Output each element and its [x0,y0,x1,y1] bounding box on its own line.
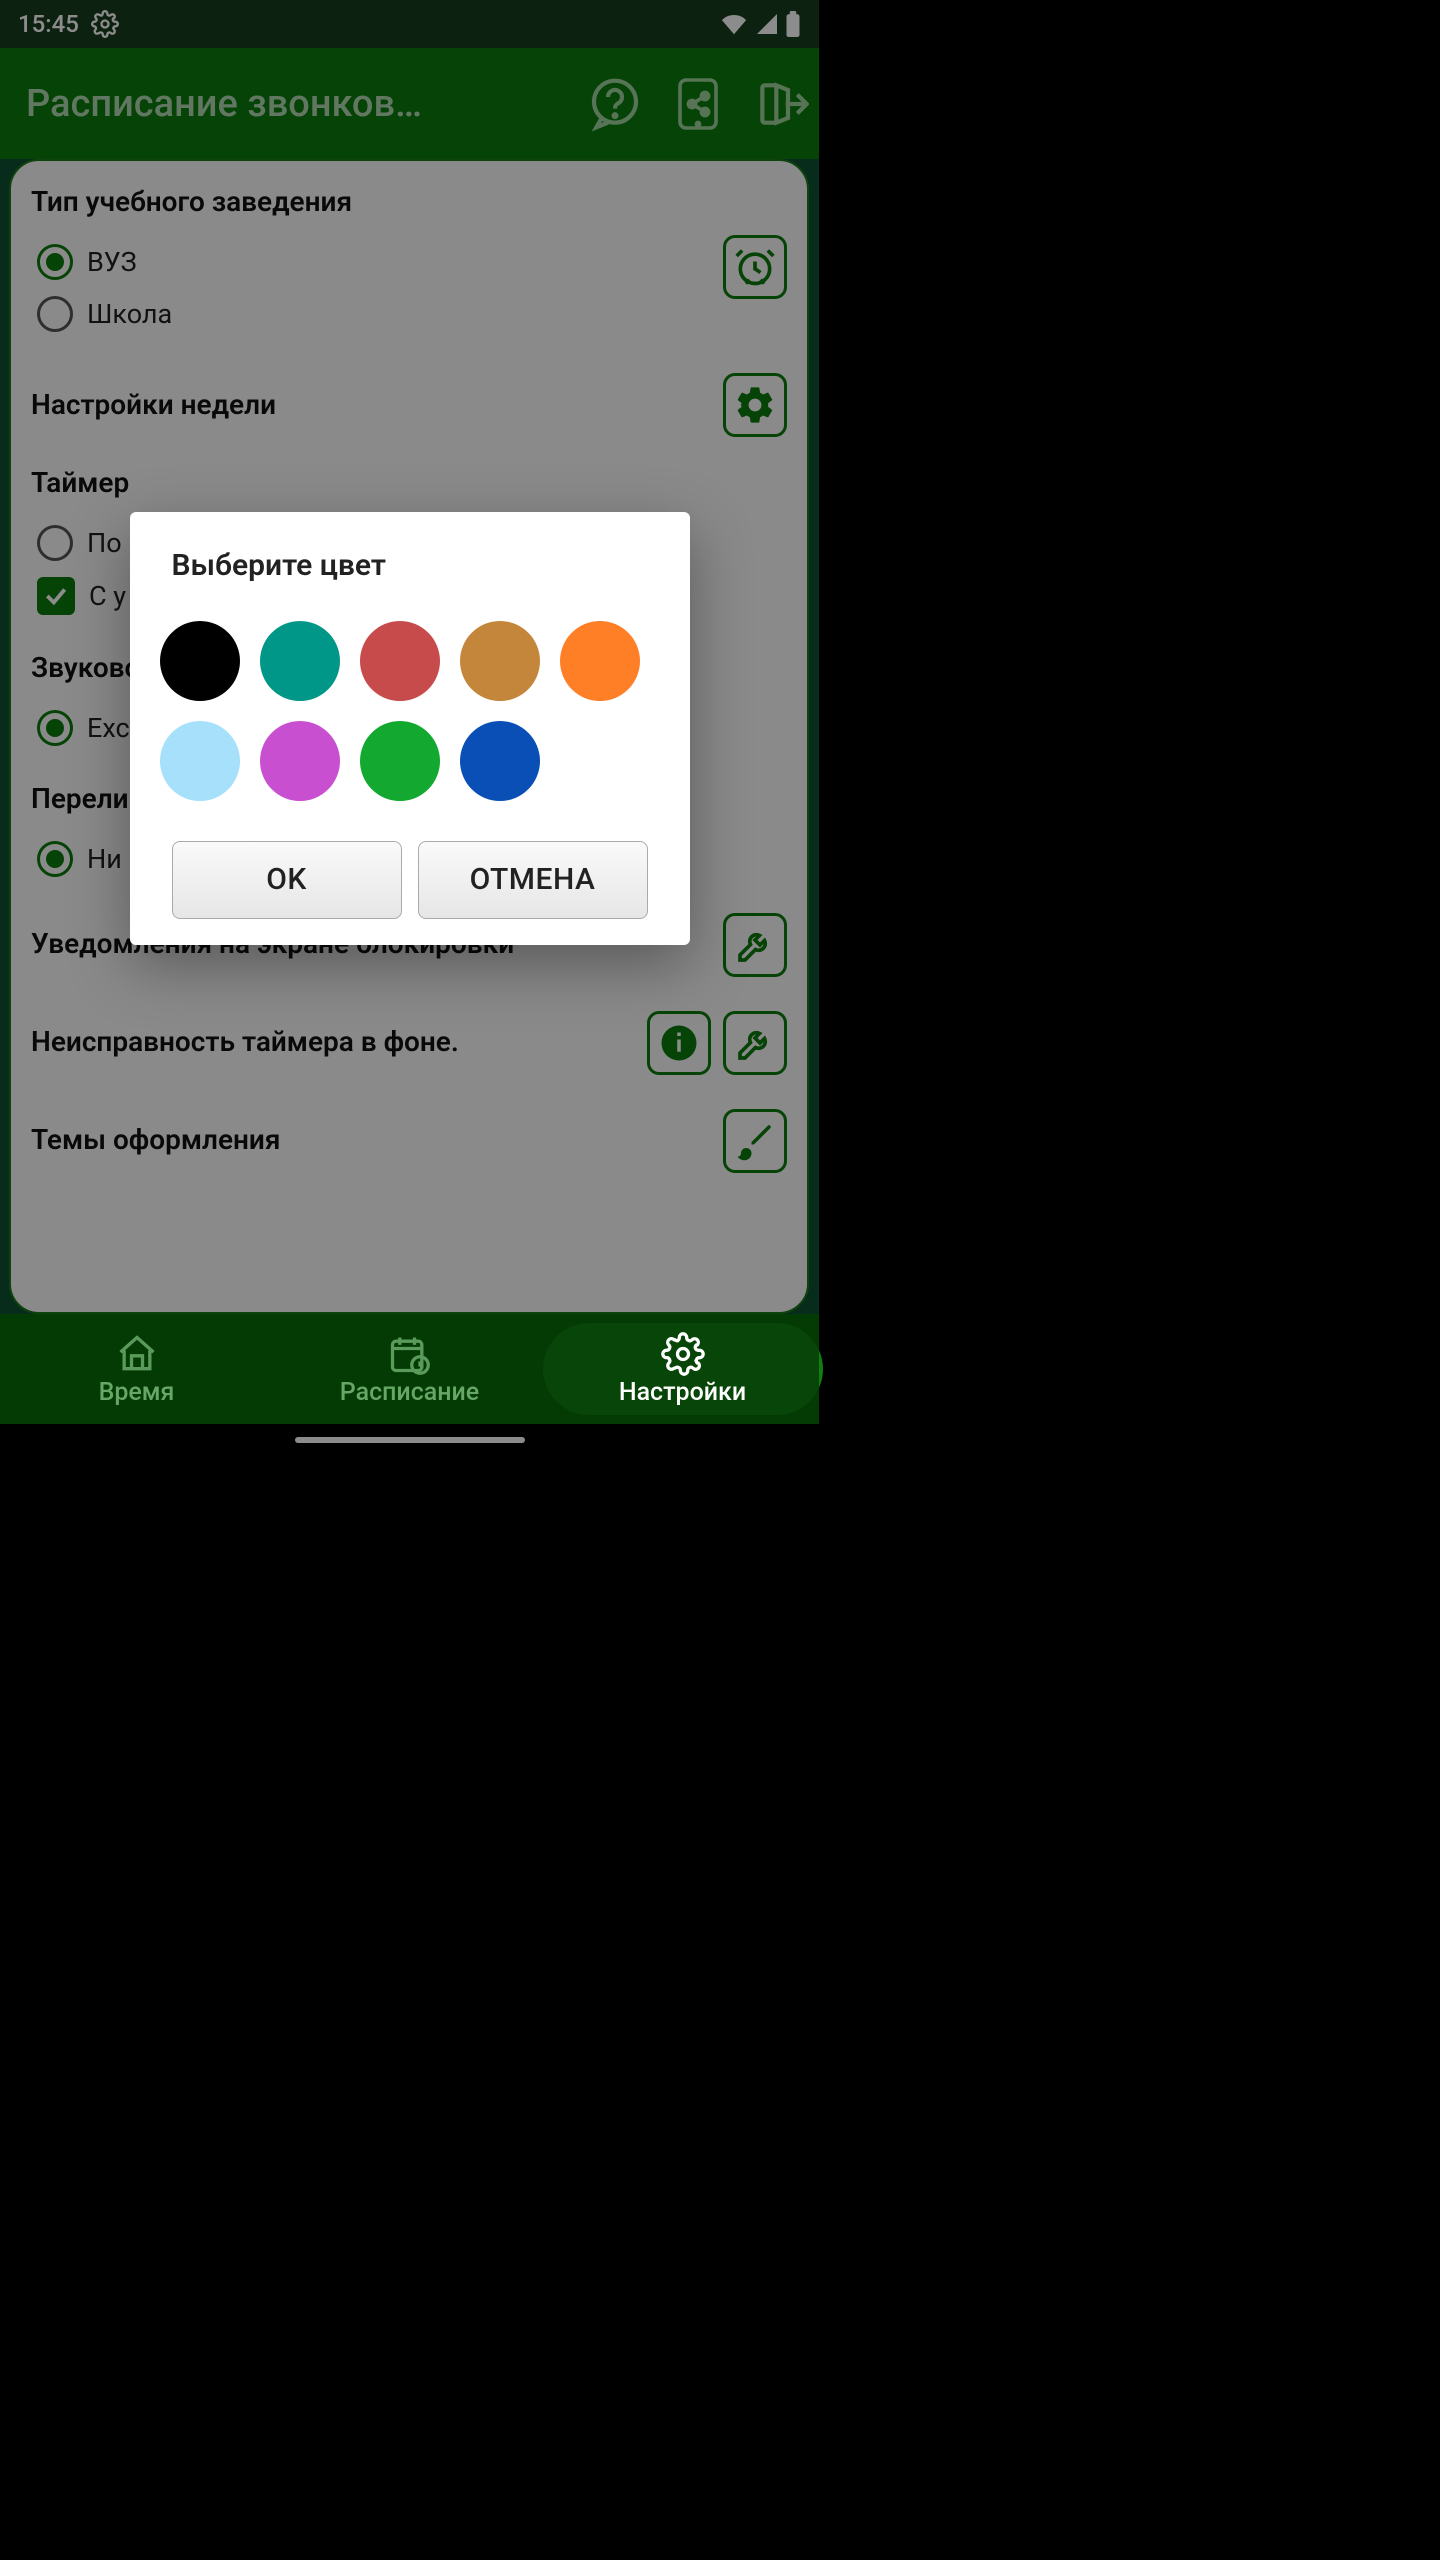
color-swatch-lightblue[interactable] [160,721,240,801]
color-swatch-orange[interactable] [560,621,640,701]
color-swatch-green[interactable] [360,721,440,801]
color-swatch-magenta[interactable] [260,721,340,801]
color-swatch-red[interactable] [360,621,440,701]
dialog-ok-button[interactable]: OK [172,841,402,919]
nav-settings-label: Настройки [619,1378,746,1407]
color-swatch-black[interactable] [160,621,240,701]
nav-schedule-label: Расписание [340,1378,479,1407]
color-swatch-brown[interactable] [460,621,540,701]
dialog-scrim[interactable]: Выберите цвет OK ОТМЕНА [0,0,819,1456]
dialog-cancel-button[interactable]: ОТМЕНА [418,841,648,919]
color-dialog: Выберите цвет OK ОТМЕНА [130,512,690,945]
nav-time-label: Время [99,1378,175,1407]
color-swatch-teal[interactable] [260,621,340,701]
dialog-title: Выберите цвет [130,548,690,601]
color-swatch-blue[interactable] [460,721,540,801]
color-swatch-grid [130,601,690,821]
